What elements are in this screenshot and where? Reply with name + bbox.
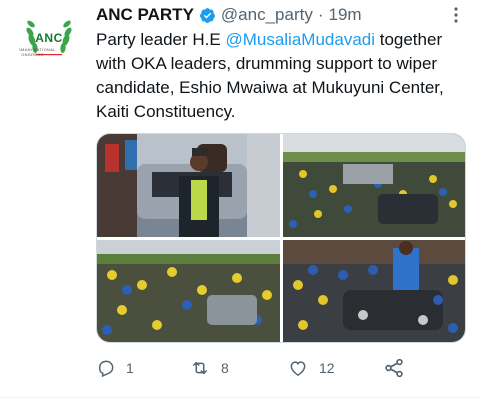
reply-icon — [99, 360, 114, 378]
share-button[interactable] — [383, 355, 415, 381]
more-options-icon[interactable] — [448, 6, 464, 24]
like-button[interactable]: 12 — [287, 355, 335, 381]
tweet-text: Party leader H.E @MusaliaMudavadi togeth… — [96, 28, 468, 124]
reply-count: 1 — [126, 360, 134, 376]
photo-icon — [97, 240, 280, 342]
photo-leader-on-vehicle[interactable] — [97, 134, 280, 237]
avatar[interactable]: ANC AMANI NATIONAL CONGRESS — [18, 10, 80, 72]
like-count: 12 — [319, 360, 335, 376]
heart-icon — [290, 361, 306, 376]
tweet-text-part1: Party leader H.E — [96, 30, 226, 49]
avatar-logo-text: ANC — [35, 31, 63, 45]
retweet-count: 8 — [221, 360, 229, 376]
photo-crowd-blue-shirt[interactable] — [283, 240, 465, 342]
photo-icon — [97, 134, 280, 237]
photo-crowd-wide[interactable] — [283, 134, 465, 237]
photo-icon — [283, 134, 465, 237]
photo-crowd-yellow-blue[interactable] — [97, 240, 280, 342]
share-icon — [385, 358, 403, 378]
separator-dot: · — [317, 5, 324, 24]
action-bar: 1 8 12 — [96, 355, 468, 381]
tweet-header: ANC PARTY @anc_party · 19m — [96, 4, 362, 26]
timestamp[interactable]: 19m — [329, 5, 362, 25]
reply-button[interactable]: 1 — [96, 355, 134, 381]
photo-icon — [283, 240, 465, 342]
user-handle[interactable]: @anc_party — [221, 5, 313, 25]
avatar-logo-subtext: AMANI NATIONAL CONGRESS — [18, 47, 56, 57]
verified-badge-icon — [199, 7, 215, 23]
retweet-icon — [193, 361, 207, 375]
divider — [0, 397, 480, 398]
display-name[interactable]: ANC PARTY — [96, 5, 194, 25]
media-grid — [96, 133, 466, 343]
tweet-card[interactable]: ANC AMANI NATIONAL CONGRESS ANC PARTY @a… — [0, 0, 480, 400]
mention-link[interactable]: @MusaliaMudavadi — [225, 30, 375, 49]
retweet-button[interactable]: 8 — [189, 355, 229, 381]
